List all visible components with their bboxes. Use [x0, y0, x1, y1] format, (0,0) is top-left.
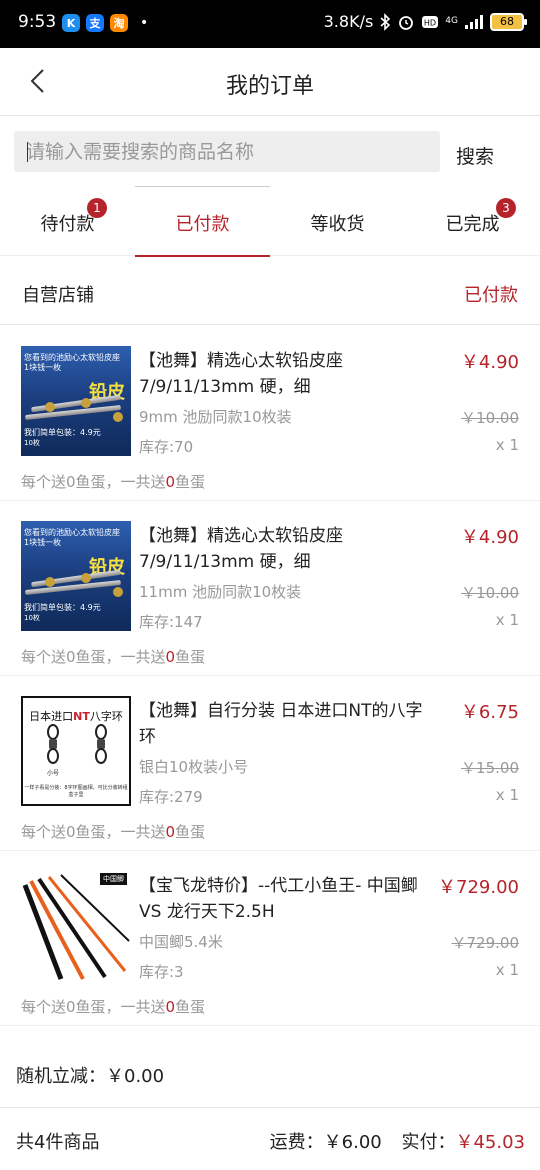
- thumb-text: 10枚: [24, 439, 40, 447]
- original-price: ￥15.00: [461, 759, 519, 777]
- tab-label: 已完成: [445, 214, 500, 235]
- product-spec: 11mm 池励同款10枚装: [139, 583, 302, 601]
- total-summary: 运费：￥6.00 实付：￥45.03: [270, 1128, 525, 1154]
- order-status: 已付款: [464, 285, 518, 306]
- original-price: ￥729.00: [451, 934, 520, 952]
- tab-paid[interactable]: 已付款: [135, 186, 270, 257]
- net-speed: 3.8K/s: [323, 12, 374, 31]
- tab-label: 待付款: [40, 214, 95, 235]
- bonus-text: 每个送0鱼蛋，一共送0鱼蛋: [21, 648, 206, 666]
- product-image: 日本进口NT八字环 小号 一样子看是分装：8字环图画相，可比分装转组盒子里: [21, 696, 131, 806]
- thumb-text: 10枚: [24, 614, 40, 622]
- status-bar: 9:53 K 支 淘 • 3.8K/s HD 4G 68: [0, 0, 540, 48]
- app-header: 我的订单: [0, 48, 540, 116]
- tab-badge: 3: [496, 198, 516, 218]
- thumb-text: 1块钱一枚: [24, 363, 62, 372]
- alipay-icon: 支: [86, 14, 104, 32]
- original-price: ￥10.00: [461, 584, 519, 602]
- product-image: 您看到的池励心太软铅皮座 1块钱一枚 铅皮 我们简单包装：4.9元 10枚: [21, 521, 131, 631]
- notification-dot: •: [140, 15, 149, 31]
- svg-text:HD: HD: [424, 18, 436, 27]
- product-quantity: x 1: [495, 786, 519, 804]
- swivel-icon: [47, 724, 107, 764]
- bonus-text: 每个送0鱼蛋，一共送0鱼蛋: [21, 998, 206, 1016]
- product-title: 【池舞】精选心太软铅皮座7/9/11/13mm 硬，细: [139, 526, 343, 572]
- order-item[interactable]: 您看到的池励心太软铅皮座 1块钱一枚 铅皮 我们简单包装：4.9元 10枚 【池…: [0, 326, 540, 501]
- product-quantity: x 1: [495, 611, 519, 629]
- product-quantity: x 1: [495, 961, 519, 979]
- original-price: ￥10.00: [461, 409, 519, 427]
- paid-amount: ￥45.03: [455, 1132, 525, 1153]
- tab-label: 已付款: [175, 214, 230, 235]
- product-image: 中国鲫: [21, 871, 131, 981]
- status-right: 3.8K/s HD 4G 68: [323, 12, 527, 31]
- status-time: 9:53: [18, 12, 57, 32]
- tab-completed[interactable]: 已完成 3: [405, 186, 540, 256]
- product-title: 【池舞】自行分装 日本进口NT的八字环: [139, 701, 423, 747]
- battery-icon: 68: [490, 12, 527, 31]
- bonus-text: 每个送0鱼蛋，一共送0鱼蛋: [21, 823, 206, 841]
- search-bar: 搜索: [0, 116, 540, 186]
- order-tabs: 待付款 1 已付款 等收货 已完成 3: [0, 186, 540, 257]
- bluetooth-icon: [380, 12, 391, 31]
- product-stock: 库存:147: [139, 613, 203, 631]
- status-app-icons: K 支 淘 •: [62, 14, 148, 32]
- k-app-icon: K: [62, 14, 80, 32]
- thumb-text: 中国鲫: [100, 873, 127, 885]
- signal-icon: [465, 14, 483, 29]
- item-count: 共4件商品: [16, 1132, 100, 1153]
- product-price: ￥6.75: [460, 702, 519, 723]
- store-name: 自营店铺: [22, 285, 94, 306]
- product-image: 您看到的池励心太软铅皮座 1块钱一枚 铅皮 我们简单包装：4.9元 10枚: [21, 346, 131, 456]
- search-input[interactable]: [14, 131, 440, 172]
- hd-icon: HD: [422, 15, 439, 28]
- product-price: ￥4.90: [460, 527, 519, 548]
- product-stock: 库存:279: [139, 788, 203, 806]
- product-quantity: x 1: [495, 436, 519, 454]
- orange-app-icon: 淘: [110, 14, 128, 32]
- discount-text: 随机立减：￥0.00: [16, 1066, 165, 1087]
- discount-row: 随机立减：￥0.00: [0, 1038, 540, 1108]
- product-spec: 9mm 池励同款10枚装: [139, 408, 292, 426]
- fishing-rod-icon: [22, 874, 130, 980]
- order-item[interactable]: 中国鲫 【宝飞龙特价】--代工小鱼王- 中国鲫 VS 龙行天下2.5H ￥729…: [0, 851, 540, 1026]
- product-title: 【池舞】精选心太软铅皮座7/9/11/13mm 硬，细: [139, 351, 343, 397]
- network-type: 4G: [445, 16, 458, 26]
- tab-badge: 1: [87, 198, 107, 218]
- thumb-text: 小号: [47, 770, 60, 777]
- thumb-text: 我们简单包装：4.9元: [24, 428, 101, 437]
- order-item[interactable]: 日本进口NT八字环 小号 一样子看是分装：8字环图画相，可比分装转组盒子里 【池…: [0, 676, 540, 851]
- order-item[interactable]: 您看到的池励心太软铅皮座 1块钱一枚 铅皮 我们简单包装：4.9元 10枚 【池…: [0, 501, 540, 676]
- paid-label: 实付：: [401, 1132, 456, 1153]
- thumb-text: 一样子看是分装：8字环图画相，可比分装转组盒子里: [24, 785, 128, 798]
- product-price: ￥4.90: [460, 352, 519, 373]
- page-title: 我的订单: [225, 74, 314, 99]
- bonus-text: 每个送0鱼蛋，一共送0鱼蛋: [21, 473, 206, 491]
- text-cursor: [27, 142, 28, 162]
- tab-label: 等收货: [310, 214, 365, 235]
- search-button[interactable]: 搜索: [456, 142, 494, 169]
- product-spec: 银白10枚装小号: [139, 758, 249, 776]
- thumb-text: 1块钱一枚: [24, 538, 62, 547]
- store-row[interactable]: 自营店铺 已付款: [0, 257, 540, 325]
- product-price: ￥729.00: [438, 877, 519, 898]
- alarm-icon: [399, 15, 414, 30]
- tab-awaiting-delivery[interactable]: 等收货: [270, 186, 405, 256]
- tab-pending-payment[interactable]: 待付款 1: [0, 186, 135, 256]
- product-title: 【宝飞龙特价】--代工小鱼王- 中国鲫 VS 龙行天下2.5H: [139, 876, 418, 922]
- thumb-text: 我们简单包装：4.9元: [24, 603, 101, 612]
- product-spec: 中国鲫5.4米: [139, 933, 223, 951]
- product-stock: 库存:3: [139, 963, 184, 981]
- shipping-fee: 运费：￥6.00: [269, 1132, 382, 1153]
- order-total-row: 共4件商品 运费：￥6.00 实付：￥45.03: [0, 1108, 540, 1170]
- product-stock: 库存:70: [139, 438, 194, 456]
